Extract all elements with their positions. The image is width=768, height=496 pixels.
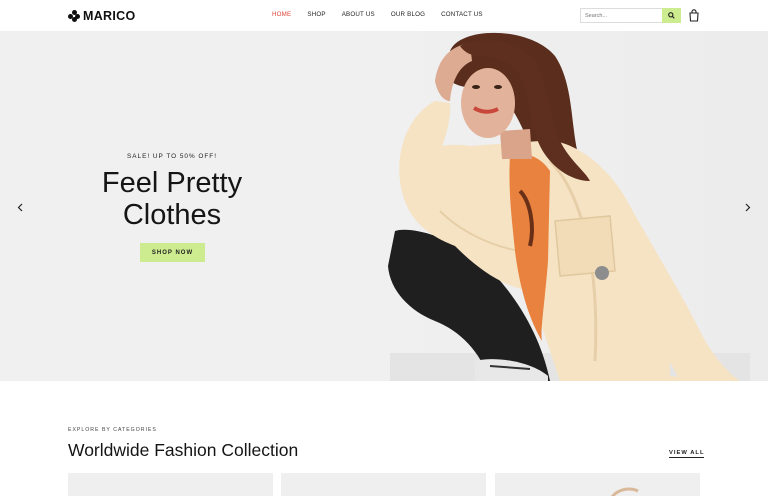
section-title: Worldwide Fashion Collection (68, 440, 299, 460)
hero-title: Feel Pretty Clothes (72, 167, 272, 231)
nav-about-us[interactable]: ABOUT US (342, 11, 375, 19)
hero-sale-tag: SALE! UP TO 50% OFF! (127, 153, 217, 160)
site-header: MARICO HOME SHOP ABOUT US OUR BLOG CONTA… (0, 0, 768, 31)
category-card[interactable] (68, 473, 273, 496)
hanger-icon (610, 487, 639, 496)
search-icon (668, 12, 675, 19)
hero-title-line-2: Clothes (122, 199, 222, 231)
hero-title-line-1: Feel Pretty (101, 167, 243, 199)
section-eyebrow: EXPLORE BY CATEGORIES (68, 427, 157, 433)
hero-slider: SALE! UP TO 50% OFF! Feel Pretty Clothes… (0, 31, 768, 381)
view-all-link[interactable]: VIEW ALL (669, 450, 705, 458)
search-input[interactable] (580, 8, 662, 23)
slider-prev-button[interactable] (15, 201, 25, 213)
chevron-left-icon (17, 203, 23, 211)
logo-icon (68, 10, 80, 22)
main-nav: HOME SHOP ABOUT US OUR BLOG CONTACT US (272, 11, 483, 19)
shop-now-button[interactable]: SHOP NOW (140, 243, 205, 262)
search-bar (580, 8, 681, 23)
slider-next-button[interactable] (743, 201, 753, 213)
brand-logo[interactable]: MARICO (68, 9, 136, 23)
cart-icon[interactable] (688, 9, 700, 22)
brand-name: MARICO (83, 9, 136, 23)
nav-shop[interactable]: SHOP (307, 11, 325, 19)
category-card[interactable] (495, 473, 700, 496)
nav-our-blog[interactable]: OUR BLOG (391, 11, 425, 19)
chevron-right-icon (745, 203, 751, 211)
nav-home[interactable]: HOME (272, 11, 291, 19)
hero-model-image (388, 32, 750, 381)
category-card[interactable] (281, 473, 486, 496)
search-button[interactable] (662, 8, 681, 23)
nav-contact-us[interactable]: CONTACT US (441, 11, 483, 19)
